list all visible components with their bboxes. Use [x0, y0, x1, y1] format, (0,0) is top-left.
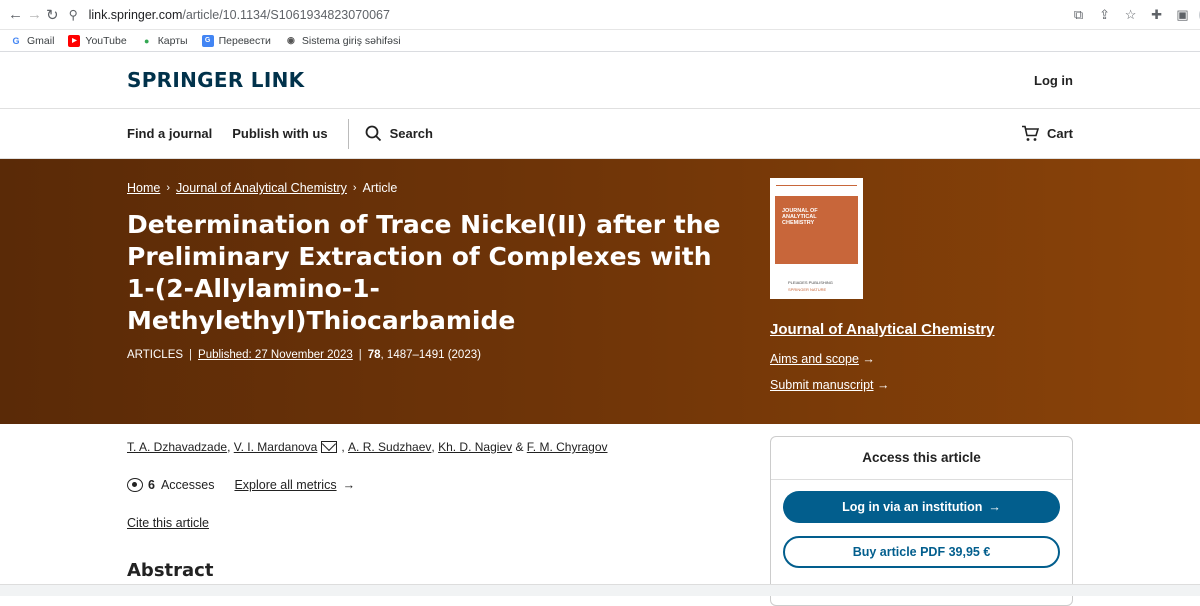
- abstract-heading: Abstract: [127, 560, 214, 581]
- site-nav: Find a journal Publish with us Search Ca…: [0, 109, 1200, 159]
- bookmark-gmail[interactable]: G Gmail: [10, 35, 54, 47]
- bookmark-youtube[interactable]: ▶ YouTube: [68, 34, 127, 47]
- url-host: link.springer.com: [88, 7, 183, 22]
- breadcrumb: Home › Journal of Analytical Chemistry ›…: [127, 181, 727, 195]
- email-icon[interactable]: [321, 441, 338, 453]
- browser-toolbar: ← → ↻ ⚲ link.springer.com/article/10.113…: [0, 0, 1200, 30]
- site-info-icon[interactable]: ⚲: [69, 7, 83, 22]
- arrow-right-icon: →: [862, 352, 875, 366]
- forward-arrow-icon[interactable]: →: [27, 4, 42, 26]
- article-meta: ARTICLES | Published: 27 November 2023 |…: [127, 349, 481, 361]
- extensions-icon[interactable]: ✚: [1147, 5, 1167, 25]
- breadcrumb-journal[interactable]: Journal of Analytical Chemistry: [176, 181, 347, 195]
- bookmark-sistema[interactable]: ◉ Sistema giriş səhifəsi: [285, 35, 401, 47]
- explore-metrics-link[interactable]: Explore all metrics: [234, 478, 336, 492]
- cover-title: JOURNAL OF ANALYTICAL CHEMISTRY: [782, 208, 818, 226]
- author-link[interactable]: Kh. D. Nagiev: [438, 440, 512, 454]
- aims-scope-link[interactable]: Aims and scope →: [770, 352, 1070, 366]
- volume-pages: 78, 1487–1491 (2023): [368, 349, 481, 361]
- accesses-count: 6: [148, 478, 155, 492]
- bookmark-translate[interactable]: G Перевести: [201, 34, 271, 47]
- article-metrics: 6 Accesses Explore all metrics →: [127, 478, 687, 492]
- cite-article-link[interactable]: Cite this article: [127, 516, 687, 530]
- share-icon[interactable]: ⇪: [1095, 5, 1115, 25]
- login-institution-button[interactable]: Log in via an institution →: [783, 491, 1060, 523]
- url-path: /article/10.1134/S1061934823070067: [182, 7, 390, 22]
- cart-icon: [1021, 125, 1039, 141]
- springer-link-logo[interactable]: SPRINGER LINK: [127, 68, 304, 92]
- article-type: ARTICLES: [127, 349, 184, 361]
- cover-publisher: PLEIADES PUBLISHING: [788, 280, 833, 285]
- breadcrumb-home[interactable]: Home: [127, 181, 160, 195]
- accesses-icon: [127, 478, 143, 492]
- translate-page-icon[interactable]: ⧉: [1069, 5, 1089, 25]
- globe-icon: ◉: [286, 35, 295, 45]
- cover-springer: SPRINGER NATURE: [788, 287, 827, 292]
- page-range: , 1487–1491 (2023): [380, 349, 481, 361]
- arrow-right-icon: →: [877, 378, 890, 392]
- back-arrow-icon[interactable]: ←: [8, 4, 23, 26]
- article-body: T. A. Dzhavadzade, V. I. Mardanova , A. …: [127, 440, 687, 581]
- arrow-right-icon: →: [342, 478, 356, 492]
- status-strip: [0, 584, 1200, 596]
- accesses-label: Accesses: [160, 478, 215, 492]
- author-link[interactable]: T. A. Dzhavadzade: [127, 440, 227, 454]
- nav-divider: [347, 118, 349, 149]
- access-panel: Access this article Log in via an instit…: [770, 436, 1073, 606]
- bookmark-star-icon[interactable]: ☆: [1121, 5, 1141, 25]
- google-icon: G: [12, 35, 20, 46]
- author-link[interactable]: V. I. Mardanova: [234, 440, 318, 454]
- side-panel-icon[interactable]: ▣: [1173, 5, 1193, 25]
- article-title: Determination of Trace Nickel(II) after …: [127, 210, 721, 335]
- journal-cover-image[interactable]: JOURNAL OF ANALYTICAL CHEMISTRY PLEIADES…: [770, 178, 863, 299]
- reload-icon[interactable]: ↻: [46, 4, 59, 26]
- buy-pdf-button[interactable]: Buy article PDF 39,95 €: [783, 536, 1060, 568]
- cart-button[interactable]: Cart: [1021, 125, 1073, 142]
- chevron-right-icon: ›: [166, 182, 171, 194]
- search-button[interactable]: Search: [365, 125, 433, 142]
- bookmark-maps[interactable]: ● Карты: [141, 35, 188, 47]
- publish-link[interactable]: Publish with us: [232, 126, 327, 141]
- search-icon: [365, 125, 381, 142]
- maps-icon: ●: [143, 35, 150, 46]
- chevron-right-icon: ›: [352, 182, 357, 194]
- author-list: T. A. Dzhavadzade, V. I. Mardanova , A. …: [127, 440, 608, 454]
- youtube-icon: ▶: [68, 34, 81, 47]
- submit-manuscript-link[interactable]: Submit manuscript →: [770, 378, 1070, 392]
- author-link[interactable]: A. R. Sudzhaev: [348, 440, 431, 454]
- published-date[interactable]: Published: 27 November 2023: [198, 349, 353, 361]
- author-link[interactable]: F. M. Chyragov: [527, 440, 608, 454]
- login-link[interactable]: Log in: [1034, 73, 1073, 88]
- translate-icon: G: [201, 34, 214, 47]
- journal-name-link[interactable]: Journal of Analytical Chemistry: [770, 321, 1070, 338]
- address-bar[interactable]: ⚲ link.springer.com/article/10.1134/S106…: [69, 3, 1069, 27]
- access-title: Access this article: [862, 450, 981, 465]
- site-header: SPRINGER LINK Log in: [0, 52, 1200, 109]
- breadcrumb-article: Article: [362, 181, 398, 195]
- bookmarks-bar: G Gmail ▶ YouTube ● Карты G Перевести ◉ …: [0, 30, 1200, 52]
- arrow-right-icon: →: [988, 500, 1001, 514]
- find-journal-link[interactable]: Find a journal: [127, 126, 212, 141]
- volume-number: 78: [367, 349, 381, 361]
- article-hero: Home › Journal of Analytical Chemistry ›…: [0, 159, 1200, 424]
